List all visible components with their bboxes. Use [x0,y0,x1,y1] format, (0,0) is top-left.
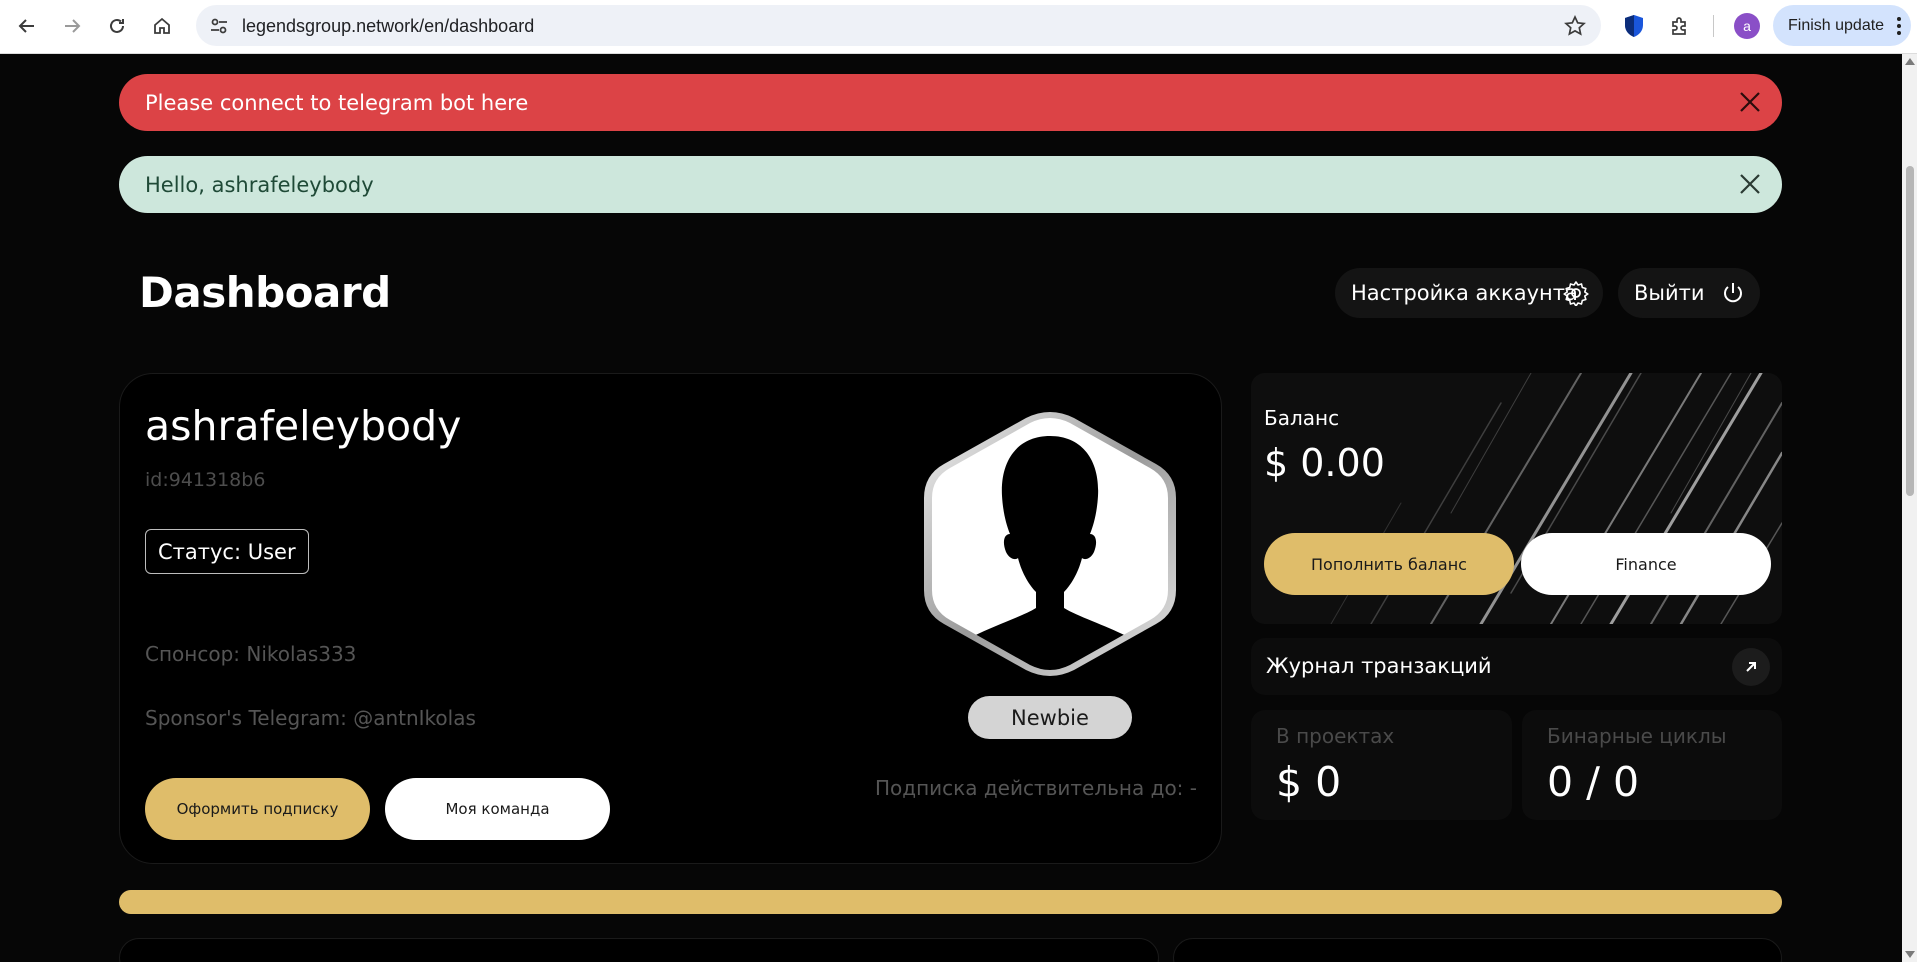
greeting-alert: Hello, ashrafeleybody [119,156,1782,213]
avatar [924,412,1176,676]
telegram-alert-text[interactable]: Please connect to telegram bot here [145,91,528,115]
balance-value: $ 0.00 [1264,441,1385,485]
gold-divider-bar [119,890,1782,914]
browser-toolbar: legendsgroup.network/en/dashboard a Fini… [0,0,1917,54]
binary-cycles-value: 0 / 0 [1547,758,1640,806]
binary-cycles-stat-card: Бинарные циклы 0 / 0 [1522,710,1782,820]
my-team-button[interactable]: Моя команда [385,778,610,840]
subscribe-button[interactable]: Оформить подписку [145,778,370,840]
page-title: Dashboard [139,268,391,317]
forward-button[interactable] [55,9,89,43]
logout-button[interactable]: Выйти [1618,268,1760,318]
scroll-up-arrow-icon[interactable] [1905,58,1915,65]
reload-icon [110,18,124,33]
sponsor-telegram-text: Sponsor's Telegram: @antnIkolas [145,706,476,730]
topup-balance-button[interactable]: Пополнить баланс [1264,533,1514,595]
bottom-card-right [1173,938,1782,962]
back-arrow-icon [18,19,34,33]
arrow-up-right-icon[interactable] [1732,648,1770,686]
bookmark-star-icon[interactable] [1563,14,1587,38]
account-settings-button[interactable]: Настройка аккаунта [1335,268,1603,318]
shield-extension-icon[interactable] [1619,11,1649,41]
sponsor-text: Спонсор: Nikolas333 [145,642,357,666]
transaction-log-card[interactable]: Журнал транзакций [1251,638,1782,695]
gear-icon [1563,281,1589,306]
bottom-card-left [119,938,1159,962]
user-id: id:941318b6 [145,469,266,491]
close-icon[interactable] [1738,90,1762,114]
account-settings-label: Настройка аккаунта [1351,281,1578,305]
finish-update-button[interactable]: Finish update [1773,5,1911,46]
greeting-alert-text: Hello, ashrafeleybody [145,172,374,197]
extensions-puzzle-icon[interactable] [1665,11,1695,41]
status-badge: Статус: User [145,529,309,574]
profile-card: ashrafeleybody id:941318b6 Статус: User … [119,373,1222,864]
rank-badge: Newbie [968,696,1132,739]
projects-stat-card: В проектах $ 0 [1251,710,1512,820]
profile-avatar[interactable]: a [1734,13,1760,39]
power-icon [1724,283,1742,303]
scroll-down-arrow-icon[interactable] [1905,951,1915,958]
close-icon[interactable] [1738,172,1762,196]
back-button[interactable] [10,9,44,43]
projects-label: В проектах [1276,724,1395,748]
balance-card: Баланс $ 0.00 Пополнить баланс Finance [1251,373,1782,624]
username: ashrafeleybody [145,402,462,450]
address-bar[interactable]: legendsgroup.network/en/dashboard [196,5,1601,46]
toolbar-divider [1713,15,1714,37]
binary-cycles-label: Бинарные циклы [1547,724,1727,748]
reload-button[interactable] [100,9,134,43]
projects-value: $ 0 [1276,758,1342,806]
site-settings-icon[interactable] [208,15,230,37]
telegram-alert: Please connect to telegram bot here [119,74,1782,131]
forward-arrow-icon [65,19,81,33]
url-text[interactable]: legendsgroup.network/en/dashboard [242,16,534,37]
finish-update-label: Finish update [1788,16,1885,34]
transaction-log-label: Журнал транзакций [1266,654,1492,678]
home-icon [154,17,170,34]
subscription-valid-text: Подписка действительна до: - [874,776,1197,800]
scroll-thumb[interactable] [1906,166,1914,496]
page-scrollbar[interactable] [1902,54,1917,962]
balance-label: Баланс [1264,406,1340,430]
logout-label: Выйти [1634,281,1705,305]
home-button[interactable] [145,9,179,43]
finance-button[interactable]: Finance [1521,533,1771,595]
menu-kebab-icon [1897,17,1901,35]
